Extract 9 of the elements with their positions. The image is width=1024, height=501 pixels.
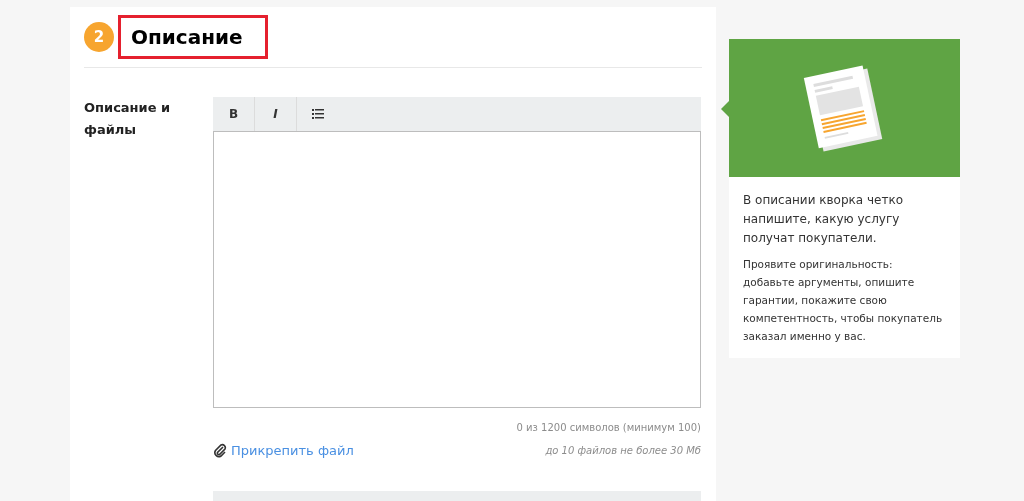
section-title: Описание	[131, 24, 243, 51]
paperclip-icon	[213, 442, 227, 459]
file-limit-note: до 10 файлов не более 30 Мб	[545, 444, 701, 459]
tip-text: Проявите оригинальность: добавьте аргументы, опишите гарантии, покажите свою компетентность, чтобы покупатель заказал именно у вас.	[743, 257, 944, 344]
step-badge: 2	[84, 22, 114, 52]
list-icon	[312, 109, 324, 119]
tip-text: В описании кворка четко напишите, какую услугу получат покупатели.	[743, 192, 904, 247]
field-label: Описание и файлы	[84, 99, 172, 139]
character-counter: 0 из 1200 символов (минимум 100)	[515, 421, 701, 435]
